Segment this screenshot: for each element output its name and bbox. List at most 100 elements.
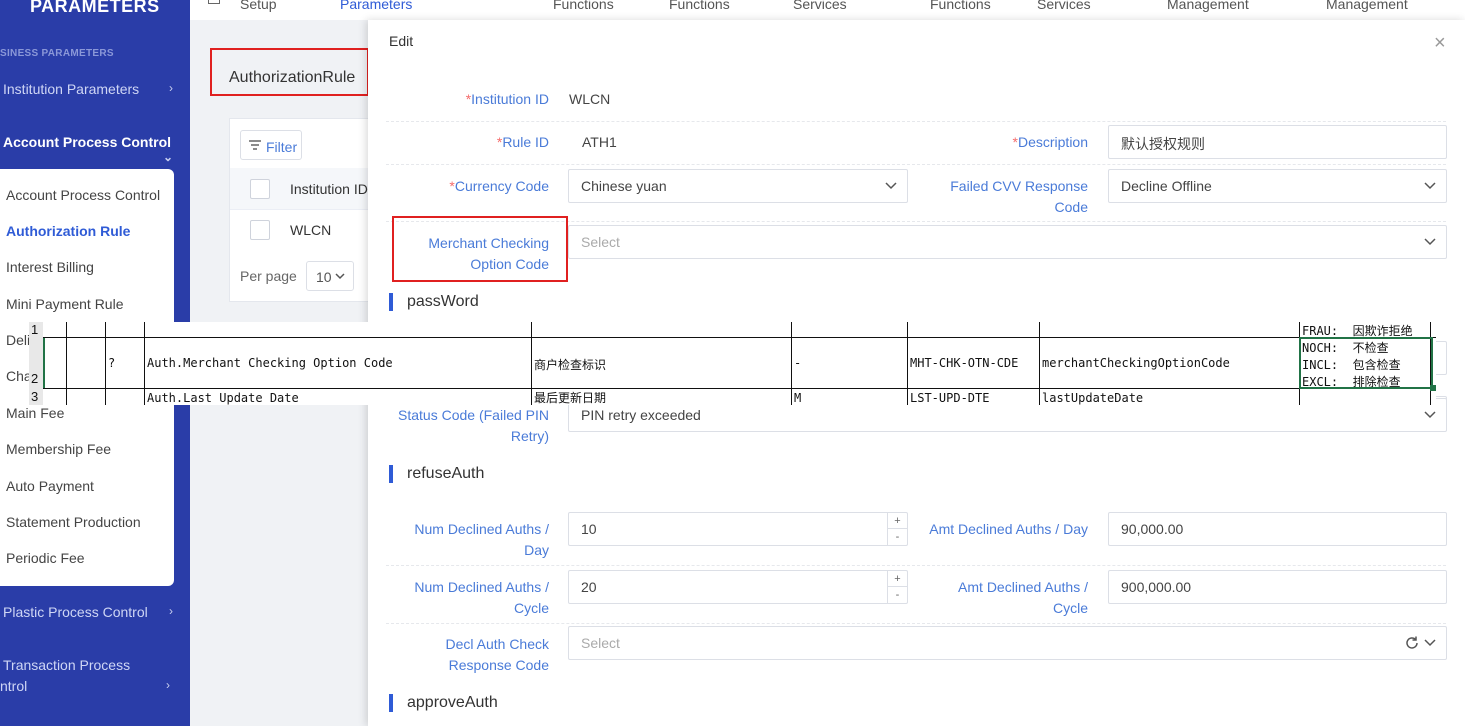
table-cell-institution-id: WLCN <box>290 222 332 238</box>
decl-auth-check-select[interactable]: Select <box>568 626 1447 660</box>
sheet-cell: - <box>794 356 802 370</box>
submenu-item-cha[interactable]: Cha <box>6 368 32 384</box>
section-title-refuse-auth: refuseAuth <box>407 465 485 482</box>
num-declined-day-input[interactable]: 10 + - <box>568 512 908 546</box>
submenu-item-interest-billing[interactable]: Interest Billing <box>6 259 94 275</box>
sidebar-item-institution-parameters[interactable]: Institution Parameters › <box>3 81 183 97</box>
submenu-item-periodic-fee[interactable]: Periodic Fee <box>6 550 85 566</box>
label-line-2: Cycle <box>1052 600 1088 616</box>
submenu-item-main-fee[interactable]: Main Fee <box>6 405 64 421</box>
submenu-item-membership-fee[interactable]: Membership Fee <box>6 441 111 457</box>
amt-declined-day-label: Amt Declined Auths / Day <box>929 521 1088 537</box>
refresh-icon[interactable] <box>1404 635 1420 651</box>
sheet-cell: ? <box>108 356 116 370</box>
institution-id-value: WLCN <box>569 91 611 107</box>
filter-button[interactable]: Filter <box>240 130 302 160</box>
label-line-1: Decl Auth Check <box>445 636 550 652</box>
currency-code-select[interactable]: Chinese yuan <box>568 169 908 203</box>
rule-id-label: *Rule ID <box>408 132 549 153</box>
description-value: 默认授权规则 <box>1121 136 1205 152</box>
amt-declined-day-input[interactable]: 90,000.00 <box>1108 512 1447 546</box>
label-text: Rule ID <box>502 134 549 150</box>
sidebar-item-transaction-process[interactable]: Transaction Process <box>3 657 183 673</box>
nav-setup[interactable]: Setup <box>240 0 277 12</box>
num-declined-cycle-input[interactable]: 20 + - <box>568 570 908 604</box>
section-title-password: passWord <box>407 293 479 310</box>
nav-parameters[interactable]: Parameters <box>340 0 412 12</box>
increment-button[interactable]: + <box>888 513 907 529</box>
nav-square-icon <box>208 0 220 4</box>
chevron-down-icon <box>1424 182 1436 190</box>
submenu-item-account-process-control[interactable]: Account Process Control <box>6 187 160 203</box>
divider <box>386 164 1446 165</box>
per-page-value: 10 <box>316 269 332 285</box>
submenu-item-authorization-rule[interactable]: Authorization Rule <box>6 223 130 239</box>
nav-functions-1[interactable]: Functions <box>553 0 614 12</box>
section-accent <box>389 465 393 483</box>
close-icon[interactable]: × <box>1434 33 1446 53</box>
sheet-cell: Auth.Merchant Checking Option Code <box>147 356 393 370</box>
description-input[interactable]: 默认授权规则 <box>1108 125 1447 159</box>
currency-code-value: Chinese yuan <box>581 178 667 194</box>
submenu-item-auto-payment[interactable]: Auto Payment <box>6 478 94 494</box>
chevron-down-icon <box>1424 639 1436 647</box>
section-accent <box>389 293 393 311</box>
amt-declined-cycle-label: Amt Declined Auths / Cycle <box>908 577 1088 619</box>
nav-management-1[interactable]: Management <box>1167 0 1249 12</box>
grid-line <box>43 388 1436 389</box>
increment-button[interactable]: + <box>888 571 907 587</box>
decrement-button[interactable]: - <box>888 587 907 603</box>
submenu-item-deli[interactable]: Deli <box>6 332 30 348</box>
sidebar-item-transaction-process-cont[interactable]: ntrol › <box>0 678 180 694</box>
filter-label: Filter <box>266 139 298 155</box>
sidebar-item-label: Account Process Control <box>3 134 172 150</box>
merchant-checking-select[interactable]: Select <box>568 225 1447 259</box>
currency-code-label: *Currency Code <box>408 176 549 197</box>
nav-functions-2[interactable]: Functions <box>669 0 730 12</box>
quantity-stepper[interactable]: + - <box>887 571 907 603</box>
nav-services-1[interactable]: Services <box>793 0 847 12</box>
chevron-right-icon: › <box>169 604 173 618</box>
status-code-pin-value: PIN retry exceeded <box>581 407 701 423</box>
nav-management-2[interactable]: Management <box>1326 0 1408 12</box>
decl-auth-check-label: Decl Auth Check Response Code <box>388 634 550 676</box>
sheet-cell: 商户检查标识 <box>534 358 607 372</box>
label-line-2: Option Code <box>470 256 549 272</box>
amt-declined-cycle-input[interactable]: 900,000.00 <box>1108 570 1447 604</box>
label-line-1: Merchant Checking <box>428 235 549 251</box>
submenu-item-mini-payment-rule[interactable]: Mini Payment Rule <box>6 296 124 312</box>
section-accent <box>389 694 393 712</box>
submenu-item-statement-production[interactable]: Statement Production <box>6 514 141 530</box>
row-number: 3 <box>29 389 43 405</box>
label-line-2: Cycle <box>513 600 549 616</box>
per-page-select[interactable]: 10 <box>306 261 354 291</box>
quantity-stepper[interactable]: + - <box>887 513 907 545</box>
failed-cvv-value: Decline Offline <box>1121 178 1212 194</box>
nav-functions-3[interactable]: Functions <box>930 0 991 12</box>
chevron-right-icon: › <box>166 678 170 692</box>
merchant-checking-placeholder: Select <box>581 234 620 250</box>
label-text: Currency Code <box>454 178 549 194</box>
decl-auth-check-placeholder: Select <box>581 635 620 651</box>
institution-id-label: *Institution ID <box>408 89 549 110</box>
fill-handle[interactable] <box>1430 385 1436 391</box>
chevron-down-icon <box>885 182 897 190</box>
divider <box>386 121 1446 122</box>
grid-line <box>105 322 106 405</box>
row-number: 2 <box>29 337 43 389</box>
decrement-button[interactable]: - <box>888 529 907 545</box>
sheet-cell: Auth.Last Update Date <box>147 391 299 405</box>
sidebar-item-account-process-control[interactable]: Account Process Control ⌄ <box>3 134 183 164</box>
sheet-cell: merchantCheckingOptionCode <box>1042 356 1230 370</box>
failed-cvv-select[interactable]: Decline Offline <box>1108 169 1447 203</box>
label-text: Institution ID <box>471 91 549 107</box>
sidebar-item-plastic-process-control[interactable]: Plastic Process Control › <box>3 604 183 620</box>
row-checkbox[interactable] <box>250 220 270 240</box>
label-line-2: Code <box>1054 199 1088 215</box>
select-all-checkbox[interactable] <box>250 179 270 199</box>
nav-services-2[interactable]: Services <box>1037 0 1091 12</box>
grid-line <box>66 322 67 405</box>
top-nav: Setup Parameters Functions Functions Ser… <box>190 0 1465 20</box>
section-title-approve-auth: approveAuth <box>407 694 498 711</box>
spreadsheet-overlay: 1 2 3 ? Auth.Merchant Checking Option Co… <box>29 322 1436 405</box>
